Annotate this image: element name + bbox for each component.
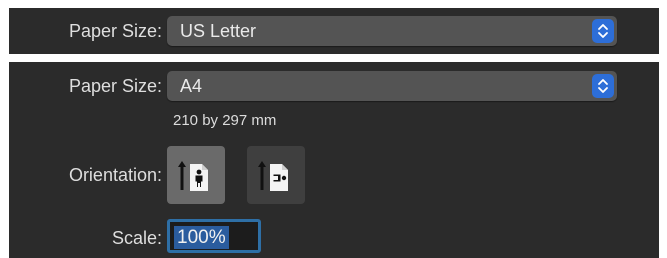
landscape-orientation-button[interactable] — [247, 146, 305, 204]
paper-size-popup[interactable]: US Letter — [167, 16, 617, 46]
scale-value: 100% — [174, 226, 229, 249]
paper-size-panel-top: Paper Size: US Letter — [9, 8, 659, 54]
paper-size-label: Paper Size: — [68, 76, 162, 96]
paper-size-value: A4 — [180, 76, 203, 96]
print-settings-panel: Paper Size: A4 210 by 297 mm Orientation… — [9, 62, 659, 258]
chevron-up-down-icon[interactable] — [592, 74, 614, 98]
landscape-orientation-icon — [258, 161, 288, 191]
scale-input[interactable]: 100% — [167, 219, 261, 253]
paper-size-value: US Letter — [180, 21, 257, 41]
orientation-label: Orientation: — [68, 165, 162, 185]
chevron-up-down-icon[interactable] — [592, 19, 614, 43]
scale-label: Scale: — [111, 228, 162, 248]
paper-size-popup[interactable]: A4 — [167, 71, 617, 101]
portrait-orientation-icon — [178, 161, 208, 191]
paper-dimensions-text: 210 by 297 mm — [173, 112, 277, 129]
portrait-orientation-button[interactable] — [167, 146, 225, 204]
paper-size-label: Paper Size: — [68, 21, 162, 41]
